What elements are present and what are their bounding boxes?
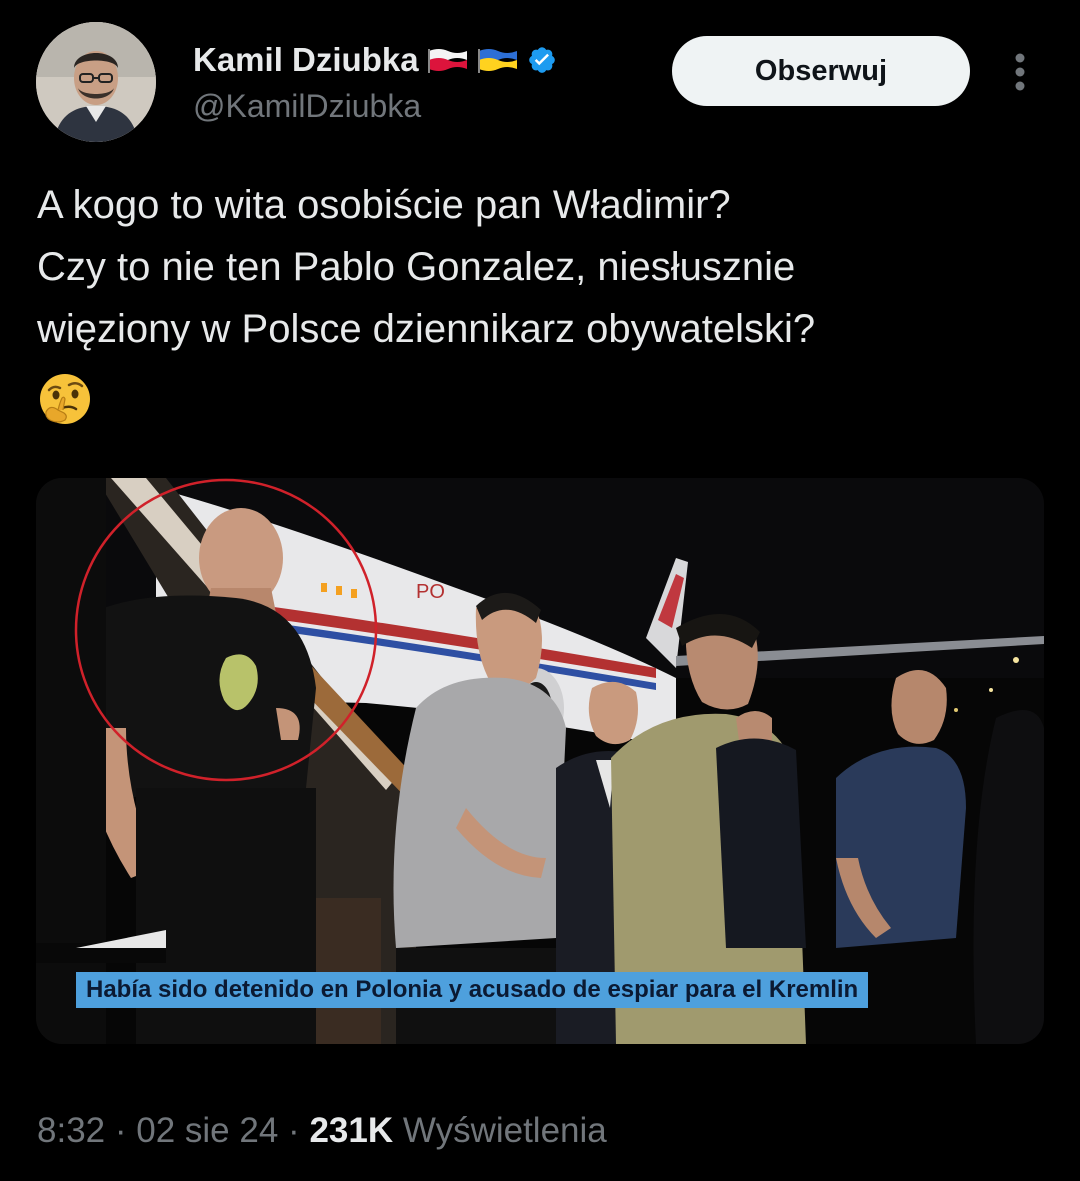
tweet-time[interactable]: 8:32 bbox=[37, 1111, 105, 1150]
tweet-line: więziony w Polsce dziennikarz obywatelsk… bbox=[37, 307, 816, 351]
tweet-metadata: 8:32 · 02 sie 24 · 231K Wyświetlenia bbox=[37, 1106, 607, 1156]
more-options-icon[interactable] bbox=[1000, 48, 1040, 96]
thinking-face-icon bbox=[38, 372, 92, 426]
author-name-row[interactable]: Kamil Dziubka bbox=[193, 38, 557, 82]
tweet-line: Czy to nie ten Pablo Gonzalez, niesłuszn… bbox=[37, 245, 796, 289]
follow-button[interactable]: Obserwuj bbox=[672, 36, 970, 106]
ukraine-flag-icon bbox=[477, 45, 519, 75]
verified-badge-icon[interactable] bbox=[527, 45, 557, 75]
author-display-name[interactable]: Kamil Dziubka bbox=[193, 41, 419, 79]
video-still-scene: PO bbox=[36, 478, 1044, 1044]
tweet-date[interactable]: 02 sie 24 bbox=[136, 1111, 278, 1150]
tweet-media-image[interactable]: PO Había sido detenido en Polonia y acus… bbox=[36, 478, 1044, 1044]
tweet-text: A kogo to wita osobiście pan Władimir? C… bbox=[37, 174, 1047, 360]
plane-livery-text: PO bbox=[416, 581, 445, 603]
video-caption: Había sido detenido en Polonia y acusado… bbox=[76, 972, 869, 1008]
views-label[interactable]: Wyświetlenia bbox=[403, 1111, 607, 1150]
separator: · bbox=[114, 1111, 127, 1150]
tweet-header: Kamil Dziubka @KamilDziubka Obserwuj bbox=[0, 0, 1080, 150]
author-handle[interactable]: @KamilDziubka bbox=[193, 88, 421, 125]
poland-flag-icon bbox=[427, 45, 469, 75]
avatar[interactable] bbox=[36, 22, 156, 142]
tweet-line: A kogo to wita osobiście pan Władimir? bbox=[37, 183, 731, 227]
views-count[interactable]: 231K bbox=[309, 1111, 393, 1150]
separator: · bbox=[288, 1111, 300, 1150]
